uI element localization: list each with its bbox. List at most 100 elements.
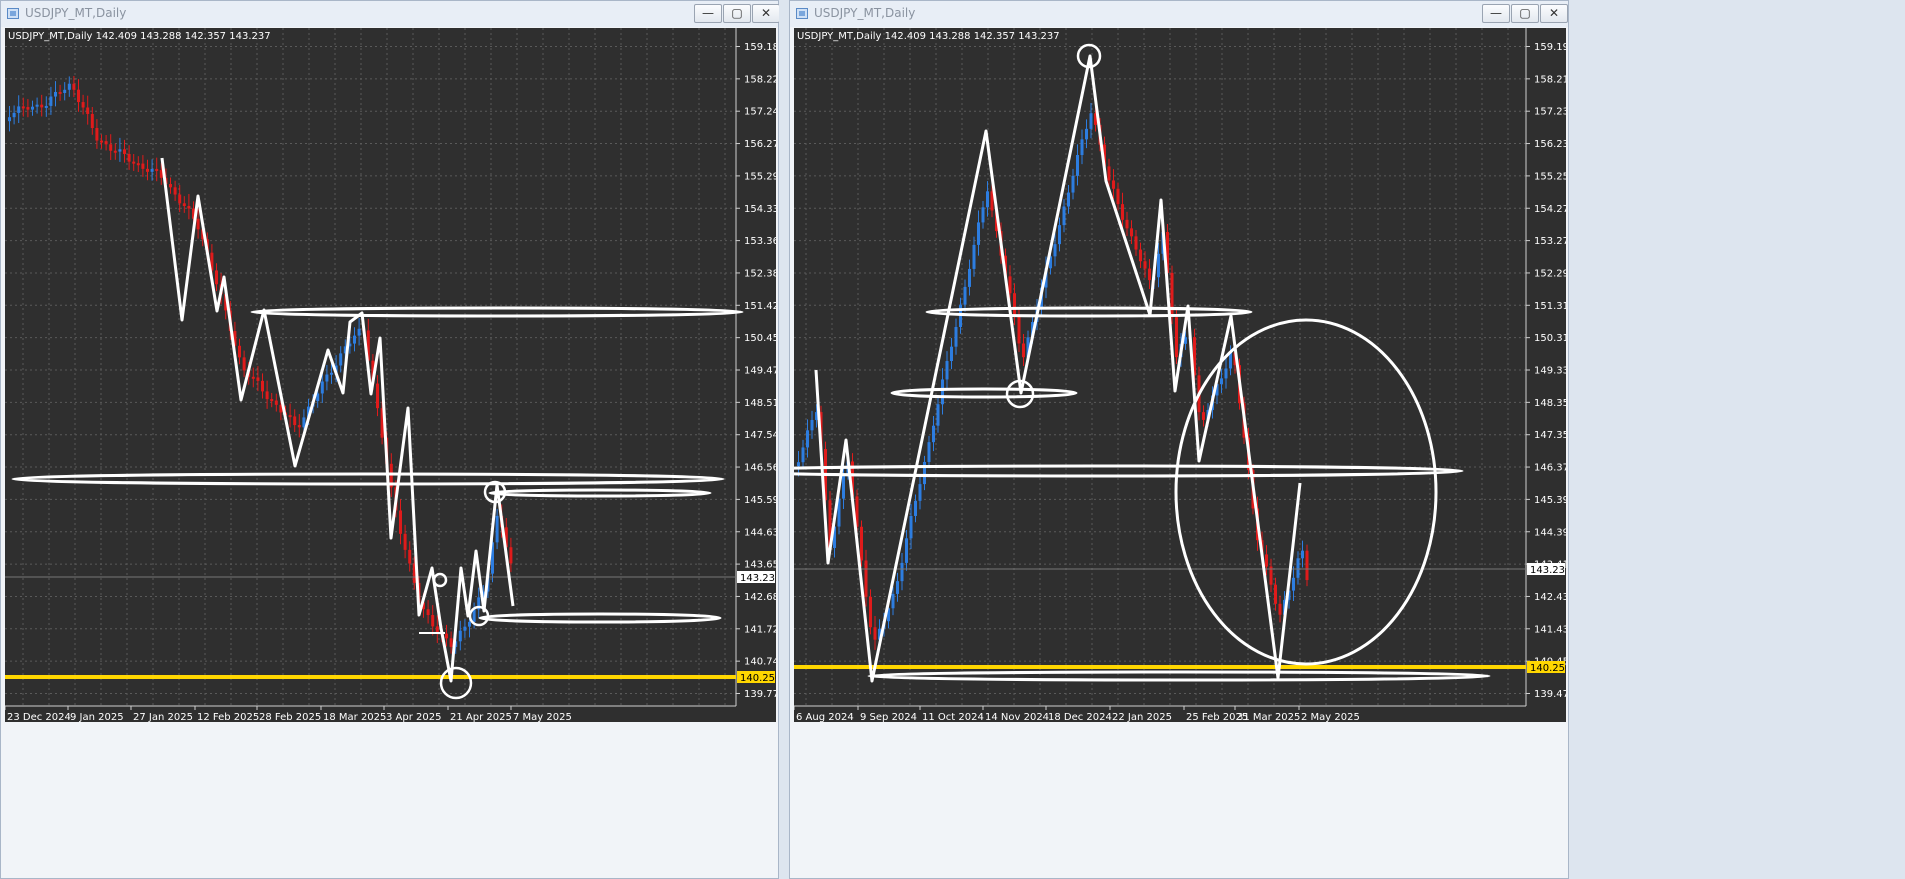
candle-body bbox=[981, 207, 985, 223]
time-axis-label: 6 Aug 2024 bbox=[796, 712, 854, 722]
chart-canvas-left[interactable]: 159.180 158.220 157.245 156.270 155.295 154.3… bbox=[5, 28, 776, 722]
candle-body bbox=[806, 430, 809, 448]
price-chart-right[interactable]: 159.190 158.210 157.230 156.230 155.250 154.2… bbox=[794, 28, 1566, 722]
price-axis-label: 140.745 bbox=[744, 657, 776, 668]
maximize-icon: ▢ bbox=[731, 6, 743, 20]
candle-body bbox=[320, 381, 324, 394]
title-bar[interactable]: USDJPY_MT,Daily — ▢ ✕ bbox=[790, 1, 1568, 27]
candle-body bbox=[1305, 550, 1309, 581]
candle-body bbox=[67, 83, 71, 90]
candle-body bbox=[293, 416, 297, 426]
candle-body bbox=[869, 596, 872, 628]
candle-body bbox=[909, 515, 913, 539]
candle-body bbox=[1125, 219, 1129, 229]
chart-window-right: USDJPY_MT,Daily — ▢ ✕ 159.190 158.210 157.… bbox=[789, 0, 1569, 879]
time-axis-label: 22 Jan 2025 bbox=[1112, 712, 1172, 722]
close-button[interactable]: ✕ bbox=[1540, 4, 1568, 23]
level-ellipse bbox=[867, 670, 1491, 682]
price-axis-label: 153.360 bbox=[744, 236, 776, 247]
candle-body bbox=[1085, 128, 1088, 140]
level-ellipse bbox=[488, 488, 712, 498]
candle-body bbox=[261, 380, 264, 392]
candle-body bbox=[1274, 584, 1277, 604]
candle-body bbox=[40, 104, 44, 108]
candle-body bbox=[864, 560, 868, 597]
price-axis-label: 159.180 bbox=[744, 42, 776, 53]
candle-body bbox=[1053, 244, 1057, 257]
candle-body bbox=[1067, 192, 1070, 207]
candle-body bbox=[44, 105, 48, 108]
candle-body bbox=[77, 89, 80, 103]
candle-body bbox=[918, 484, 922, 501]
candle-body bbox=[113, 150, 117, 153]
time-axis-label: 9 Sep 2024 bbox=[860, 712, 917, 722]
candles bbox=[8, 75, 513, 654]
candle-body bbox=[1112, 180, 1115, 189]
minimize-icon: — bbox=[702, 6, 714, 20]
title-bar[interactable]: USDJPY_MT,Daily — ▢ ✕ bbox=[1, 1, 780, 27]
candle-body bbox=[1017, 316, 1021, 344]
support-price-label: 140.250 bbox=[1530, 663, 1566, 674]
close-icon: ✕ bbox=[760, 6, 772, 20]
candle-body bbox=[353, 335, 356, 344]
candle-body bbox=[1202, 412, 1205, 420]
candle-body bbox=[1265, 554, 1268, 567]
candle-body bbox=[860, 526, 863, 561]
time-axis-label: 7 May 2025 bbox=[513, 712, 572, 722]
candle-body bbox=[90, 113, 94, 129]
candle-body bbox=[8, 117, 11, 122]
maximize-button[interactable]: ▢ bbox=[723, 4, 751, 23]
candle-body bbox=[509, 547, 513, 564]
minimize-button[interactable]: — bbox=[694, 4, 722, 23]
candle-body bbox=[118, 149, 122, 152]
candle-body bbox=[146, 168, 149, 172]
candle-body bbox=[196, 218, 200, 230]
price-axis-label: 151.425 bbox=[744, 301, 776, 312]
current-price-label: 143.237 bbox=[740, 573, 776, 584]
candle-body bbox=[1143, 261, 1147, 269]
maximize-button[interactable]: ▢ bbox=[1511, 4, 1539, 23]
candle-body bbox=[1076, 155, 1079, 176]
level-ellipse bbox=[925, 306, 1253, 318]
time-axis-label: 31 Mar 2025 bbox=[1237, 712, 1300, 722]
price-chart-left[interactable]: 159.180 158.220 157.245 156.270 155.295 154.3… bbox=[5, 28, 776, 722]
price-axis-label: 149.475 bbox=[744, 366, 776, 377]
candle-body bbox=[1139, 249, 1142, 262]
price-axis-label: 150.450 bbox=[744, 333, 776, 344]
candle-body bbox=[950, 346, 953, 362]
price-axis-label: 158.220 bbox=[744, 74, 776, 85]
chart-canvas-right[interactable]: 159.190 158.210 157.230 156.230 155.250 154.2… bbox=[794, 28, 1566, 722]
price-axis-label: 157.230 bbox=[1534, 107, 1566, 118]
price-axis-label: 142.430 bbox=[1534, 592, 1566, 603]
price-axis-label: 145.590 bbox=[744, 495, 776, 506]
candle-body bbox=[1170, 272, 1174, 318]
candle-body bbox=[1013, 293, 1016, 317]
candle-body bbox=[150, 168, 154, 172]
price-axis-label: 156.230 bbox=[1534, 139, 1566, 150]
candle-body bbox=[58, 91, 62, 94]
price-axis-label: 145.390 bbox=[1534, 495, 1566, 506]
candle-body bbox=[35, 104, 39, 107]
pivot-circle bbox=[432, 572, 448, 588]
chart-window-icon bbox=[796, 8, 808, 19]
close-button[interactable]: ✕ bbox=[752, 4, 780, 23]
chart-symbol-label: USDJPY_MT,Daily 142.409 143.288 142.357 … bbox=[797, 31, 1060, 42]
annotations bbox=[11, 157, 744, 700]
candle-body bbox=[376, 383, 379, 409]
time-axis-label: 21 Apr 2025 bbox=[450, 712, 512, 722]
candle-body bbox=[905, 538, 908, 563]
candle-body bbox=[132, 161, 136, 164]
price-axis-label: 152.290 bbox=[1534, 268, 1566, 279]
candles bbox=[797, 102, 1309, 650]
candle-body bbox=[1089, 113, 1093, 129]
time-axis-label: 12 Feb 2025 bbox=[197, 712, 259, 722]
grid bbox=[5, 28, 736, 706]
price-axis-label: 154.335 bbox=[744, 204, 776, 215]
candle-body bbox=[968, 268, 971, 287]
minimize-button[interactable]: — bbox=[1482, 4, 1510, 23]
price-axis-label: 158.210 bbox=[1534, 74, 1566, 85]
level-ellipse bbox=[890, 387, 1078, 399]
candle-body bbox=[215, 270, 218, 285]
price-axis-label: 152.385 bbox=[744, 268, 776, 279]
price-axis-label: 144.390 bbox=[1534, 527, 1566, 538]
